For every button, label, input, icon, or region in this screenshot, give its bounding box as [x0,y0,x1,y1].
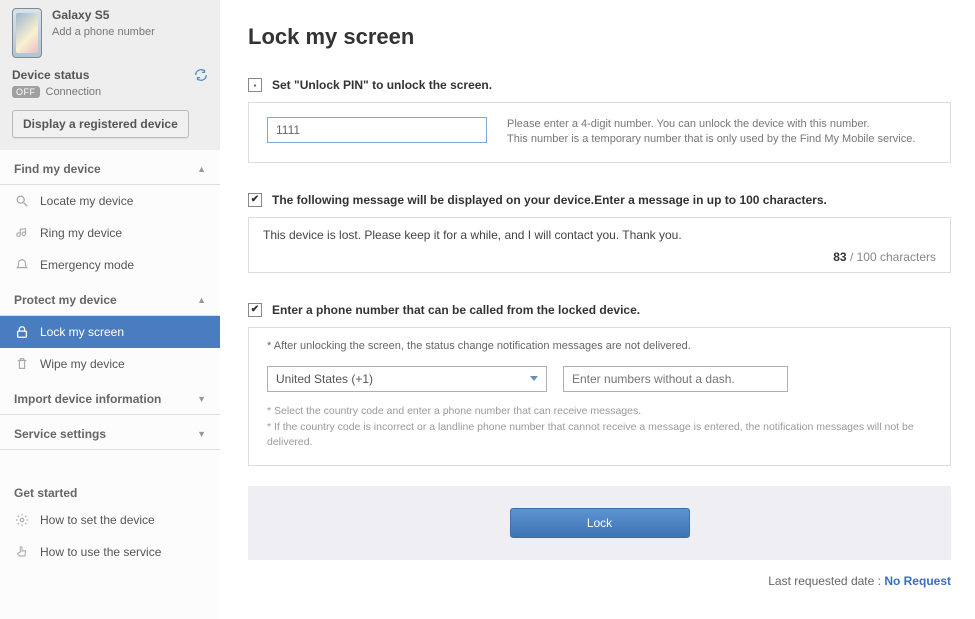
pin-hint-line1: Please enter a 4-digit number. You can u… [507,117,915,132]
main-content: Lock my screen Set "Unlock PIN" to unloc… [220,0,975,619]
pin-hint: Please enter a 4-digit number. You can u… [507,117,915,148]
magnifier-icon [14,193,30,209]
connection-off-badge: OFF [12,86,40,98]
sidebar-item-label: How to use the service [40,545,161,559]
caret-down-icon: ▼ [197,429,206,439]
unlock-pin-input[interactable] [267,117,487,143]
lock-icon [14,324,30,340]
country-code-select[interactable]: United States (+1) [267,366,547,392]
dropdown-caret-icon [530,376,538,381]
message-section-header: The following message will be displayed … [248,193,951,207]
sidebar-item-locate[interactable]: Locate my device [0,185,220,217]
bell-icon [14,257,30,273]
section-service-settings[interactable]: Service settings ▼ [0,415,220,450]
message-box: This device is lost. Please keep it for … [248,217,951,273]
char-count-current: 83 [833,250,846,264]
section-find-my-device[interactable]: Find my device ▲ [0,150,220,185]
caret-up-icon: ▲ [197,295,206,305]
phone-section-label: Enter a phone number that can be called … [272,303,640,317]
pin-section-header: Set "Unlock PIN" to unlock the screen. [248,78,951,92]
device-card: Galaxy S5 Add a phone number [0,0,220,62]
sidebar-item-how-use[interactable]: How to use the service [0,536,220,568]
phone-small-note2: * If the country code is incorrect or a … [267,420,932,452]
lock-action-bar: Lock [248,486,951,560]
refresh-icon[interactable] [194,68,208,82]
pin-row: Please enter a 4-digit number. You can u… [248,102,951,163]
pin-hint-line2: This number is a temporary number that i… [507,132,915,147]
phone-note: * After unlocking the screen, the status… [267,340,932,352]
section-title: Find my device [14,162,101,176]
section-title: Protect my device [14,293,117,307]
section-indicator-icon [248,78,262,92]
trash-icon [14,356,30,372]
sidebar-item-emergency[interactable]: Emergency mode [0,249,220,281]
country-selected-value: United States (+1) [276,372,373,386]
char-count: 83 / 100 characters [263,250,936,264]
sidebar-item-label: Locate my device [40,194,133,208]
section-import-device-info[interactable]: Import device information ▼ [0,380,220,415]
hand-pointer-icon [14,544,30,560]
phone-small-note1: * Select the country code and enter a ph… [267,404,932,420]
device-thumbnail [12,8,42,58]
gear-icon [14,512,30,528]
section-protect-my-device[interactable]: Protect my device ▲ [0,281,220,316]
lock-button[interactable]: Lock [510,508,690,538]
phone-checkbox[interactable] [248,303,262,317]
last-requested-label: Last requested date : [768,574,884,588]
phone-section-header: Enter a phone number that can be called … [248,303,951,317]
sidebar: Galaxy S5 Add a phone number Device stat… [0,0,220,619]
sidebar-item-label: Lock my screen [40,325,124,339]
page-title: Lock my screen [248,24,951,50]
device-status-row: Device status [0,62,220,84]
section-title: Import device information [14,392,161,406]
caret-down-icon: ▼ [197,394,206,404]
phone-input-row: United States (+1) [267,366,932,392]
device-info: Galaxy S5 Add a phone number [52,8,208,38]
sidebar-item-label: Emergency mode [40,258,134,272]
display-registered-device-button[interactable]: Display a registered device [12,110,189,138]
sidebar-item-lock-screen[interactable]: Lock my screen [0,316,220,348]
last-requested-line: Last requested date : No Request [248,574,951,598]
section-title: Service settings [14,427,106,441]
connection-row: OFF Connection [0,84,220,106]
sidebar-body: Find my device ▲ Locate my device Ring m… [0,150,220,619]
section-get-started: Get started [0,474,220,504]
sidebar-item-wipe[interactable]: Wipe my device [0,348,220,380]
last-requested-value[interactable]: No Request [884,574,951,588]
add-phone-link[interactable]: Add a phone number [52,26,208,38]
connection-label: Connection [46,86,102,98]
section-title: Get started [14,486,77,500]
lock-message-text[interactable]: This device is lost. Please keep it for … [263,228,936,242]
caret-up-icon: ▲ [197,164,206,174]
sidebar-item-label: Ring my device [40,226,122,240]
music-note-icon [14,225,30,241]
phone-number-input[interactable] [563,366,788,392]
char-count-max: / 100 characters [847,250,936,264]
sidebar-item-label: How to set the device [40,513,155,527]
sidebar-item-ring[interactable]: Ring my device [0,217,220,249]
device-status-label: Device status [12,68,89,82]
device-name: Galaxy S5 [52,8,208,22]
sidebar-item-label: Wipe my device [40,357,125,371]
phone-box: * After unlocking the screen, the status… [248,327,951,466]
message-section-label: The following message will be displayed … [272,193,827,207]
message-checkbox[interactable] [248,193,262,207]
sidebar-item-how-set[interactable]: How to set the device [0,504,220,536]
pin-section-label: Set "Unlock PIN" to unlock the screen. [272,78,492,92]
